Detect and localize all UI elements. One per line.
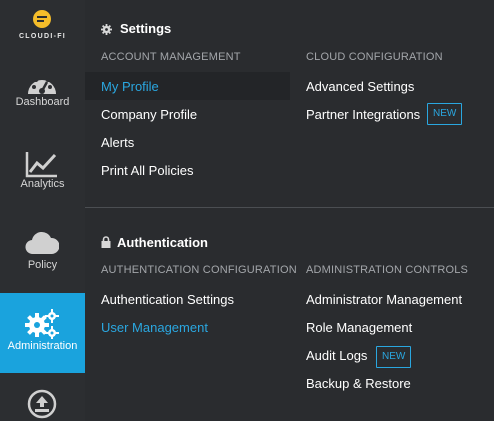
cloudifi-logo-icon	[33, 10, 51, 28]
sidebar-item-label: Dashboard	[15, 96, 70, 108]
speedometer-icon	[28, 75, 56, 94]
new-badge: NEW	[376, 346, 412, 368]
authentication-title: Authentication	[117, 235, 208, 250]
section-divider	[85, 207, 494, 208]
sidebar-item-label: Policy	[27, 259, 58, 271]
brand-name: CLOUDI-FI	[18, 33, 67, 40]
cloud-configuration-header: CLOUD CONFIGURATION	[306, 51, 443, 63]
settings-title: Settings	[120, 21, 172, 36]
user-management-link[interactable]: User Management	[101, 320, 208, 335]
alerts-link[interactable]: Alerts	[101, 135, 134, 150]
new-badge: NEW	[427, 103, 463, 125]
upload-icon	[27, 389, 57, 419]
administration-menu-overlay	[85, 0, 494, 421]
administration-controls-header: ADMINISTRATION CONTROLS	[306, 264, 469, 276]
sidebar-item-label: Administration	[7, 340, 78, 352]
sidebar-item-analytics[interactable]: Analytics	[0, 140, 85, 220]
sidebar-item-policy[interactable]: Policy	[0, 220, 85, 300]
authentication-settings-link[interactable]: Authentication Settings	[101, 292, 234, 307]
print-all-policies-link[interactable]: Print All Policies	[101, 163, 193, 178]
sidebar: CLOUDI-FI Dashboard Analytics Policy Adm…	[0, 0, 85, 421]
lock-icon	[101, 236, 111, 248]
sidebar-item-dashboard[interactable]: Dashboard	[0, 60, 85, 140]
sidebar-item-upload[interactable]	[0, 373, 85, 421]
account-management-header: ACCOUNT MANAGEMENT	[101, 51, 241, 63]
sidebar-item-administration[interactable]: Administration	[0, 293, 85, 373]
gears-icon	[25, 309, 59, 339]
gear-icon	[101, 24, 112, 35]
chart-line-icon	[25, 152, 57, 178]
brand-logo[interactable]: CLOUDI-FI	[0, 0, 85, 60]
role-management-link[interactable]: Role Management	[306, 320, 412, 335]
backup-restore-link[interactable]: Backup & Restore	[306, 376, 411, 391]
sidebar-item-label: Analytics	[20, 178, 65, 190]
company-profile-link[interactable]: Company Profile	[101, 107, 197, 122]
administrator-management-link[interactable]: Administrator Management	[306, 292, 462, 307]
authentication-configuration-header: AUTHENTICATION CONFIGURATION	[101, 264, 297, 276]
partner-integrations-link[interactable]: Partner Integrations	[306, 107, 420, 122]
audit-logs-link[interactable]: Audit Logs	[306, 348, 367, 363]
advanced-settings-link[interactable]: Advanced Settings	[306, 79, 414, 94]
my-profile-link[interactable]: My Profile	[101, 79, 159, 94]
cloud-icon	[25, 231, 59, 255]
